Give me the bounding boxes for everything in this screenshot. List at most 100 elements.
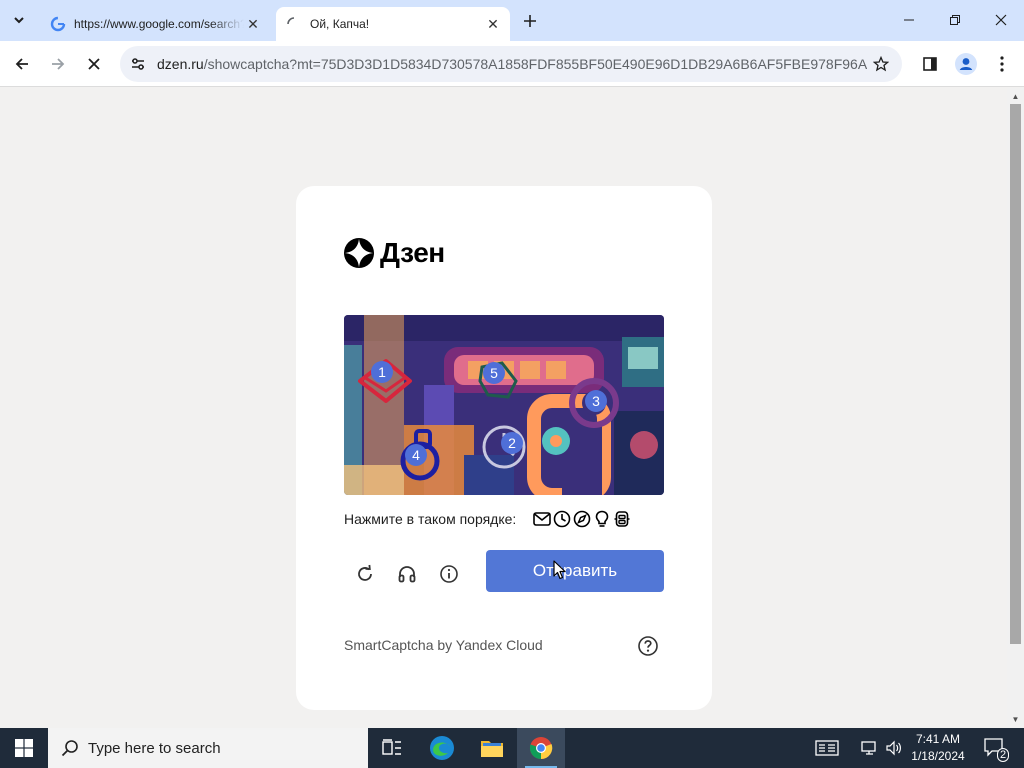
task-view-button[interactable]: [368, 728, 416, 768]
address-bar[interactable]: dzen.ru/showcaptcha?mt=75D3D3D1D5834D730…: [120, 46, 902, 82]
tab-captcha[interactable]: Ой, Капча! ✕: [276, 7, 510, 41]
star-icon: [873, 56, 889, 72]
compass-icon: [572, 510, 591, 529]
close-icon: [88, 58, 100, 70]
edge-icon: [430, 736, 454, 760]
refresh-icon: [358, 564, 372, 581]
tab-title: https://www.google.com/search?q=: [74, 17, 244, 31]
page-scrollbar[interactable]: ▲ ▼: [1007, 88, 1024, 728]
arrow-left-icon: [15, 58, 28, 70]
dzen-logo: Дзен: [344, 237, 445, 269]
side-panel-icon: [923, 57, 937, 71]
url-text[interactable]: dzen.ru/showcaptcha?mt=75D3D3D1D5834D730…: [157, 56, 867, 72]
folder-icon: [481, 741, 503, 757]
scroll-down-arrow[interactable]: ▼: [1007, 712, 1024, 726]
order-icons: [532, 510, 631, 529]
file-explorer-button[interactable]: [468, 728, 516, 768]
captcha-marker-5[interactable]: 5: [483, 362, 505, 384]
search-icon: [61, 740, 78, 757]
loading-spinner-icon: [287, 17, 295, 25]
close-tab-icon[interactable]: ✕: [244, 15, 262, 33]
scroll-up-arrow[interactable]: ▲: [1007, 89, 1024, 103]
close-window-button[interactable]: [978, 0, 1024, 40]
news-widget-button[interactable]: [810, 728, 844, 768]
tab-google-search[interactable]: https://www.google.com/search?q= ✕: [40, 7, 270, 41]
captcha-provider-text: SmartCaptcha by Yandex Cloud: [344, 637, 543, 653]
network-icon-button[interactable]: [858, 728, 882, 768]
help-icon[interactable]: [637, 635, 659, 657]
url-path: /showcaptcha?mt=75D3D3D1D5834D730578A185…: [203, 56, 867, 72]
chrome-icon: [529, 737, 553, 760]
close-tab-icon[interactable]: ✕: [484, 15, 502, 33]
robot-icon: [612, 510, 631, 529]
audio-captcha-button[interactable]: [393, 560, 421, 588]
lightbulb-icon: [592, 510, 611, 529]
network-icon: [861, 741, 876, 755]
more-vert-icon: [1000, 56, 1004, 72]
click-order-instruction: Нажмите в таком порядке:: [344, 508, 664, 530]
dzen-logo-icon: [344, 238, 374, 268]
menu-button[interactable]: [988, 50, 1016, 78]
info-button[interactable]: [435, 560, 463, 588]
news-icon: [815, 740, 839, 756]
captcha-marker-number: 4: [412, 447, 420, 463]
page-viewport: Дзен 1 5 3 2 4 Нажмите в таком порядке: …: [0, 88, 1007, 728]
chrome-app-button[interactable]: [517, 728, 565, 768]
captcha-marker-4[interactable]: 4: [405, 444, 427, 466]
start-button[interactable]: [0, 728, 48, 768]
forward-button[interactable]: [44, 50, 72, 78]
profile-button[interactable]: [952, 50, 980, 78]
chevron-down-icon: [14, 17, 24, 24]
tab-title: Ой, Капча!: [310, 17, 370, 31]
captcha-card: Дзен 1 5 3 2 4 Нажмите в таком порядке: …: [296, 186, 712, 710]
arrow-right-icon: [52, 58, 65, 70]
captcha-marker-1[interactable]: 1: [371, 361, 393, 383]
tune-icon: [132, 58, 144, 70]
edge-app-button[interactable]: [418, 728, 466, 768]
back-button[interactable]: [8, 50, 36, 78]
info-icon: [440, 565, 458, 583]
clock-icon: [552, 510, 571, 529]
captcha-marker-number: 2: [508, 435, 516, 451]
captcha-marker-3[interactable]: 3: [585, 390, 607, 412]
scrollbar-thumb[interactable]: [1010, 104, 1021, 644]
close-icon: [995, 14, 1007, 26]
envelope-icon: [532, 510, 551, 529]
side-panel-button[interactable]: [916, 50, 944, 78]
browser-toolbar: dzen.ru/showcaptcha?mt=75D3D3D1D5834D730…: [0, 41, 1024, 87]
clock-time: 7:41 AM: [915, 732, 961, 746]
taskbar-search-box[interactable]: Type here to search: [48, 728, 368, 768]
captcha-marker-2[interactable]: 2: [501, 432, 523, 454]
captcha-marker-number: 1: [378, 364, 386, 380]
captcha-marker-number: 3: [592, 393, 600, 409]
url-host: dzen.ru: [157, 56, 204, 72]
mouse-cursor-icon: [553, 560, 566, 580]
volume-icon: [886, 740, 901, 756]
restore-button[interactable]: [932, 0, 978, 40]
captcha-image[interactable]: 1 5 3 2 4: [344, 315, 664, 495]
refresh-captcha-button[interactable]: [351, 560, 379, 588]
new-tab-button[interactable]: [518, 9, 542, 33]
taskbar-clock[interactable]: 7:41 AM 1/18/2024: [908, 731, 968, 765]
submit-button[interactable]: Отправить: [486, 550, 664, 592]
browser-tab-strip: https://www.google.com/search?q= ✕ Ой, К…: [0, 0, 1024, 41]
bookmark-button[interactable]: [870, 53, 892, 75]
plus-icon: [524, 15, 536, 27]
headphones-icon: [398, 566, 416, 583]
minimize-button[interactable]: [886, 0, 932, 40]
order-label: Нажмите в таком порядке:: [344, 511, 517, 527]
clock-date: 1/18/2024: [911, 749, 965, 763]
tab-search-button[interactable]: [8, 9, 30, 31]
avatar-icon: [955, 53, 977, 75]
minimize-icon: [904, 19, 914, 21]
windows-logo-icon: [15, 739, 33, 757]
notification-center-button[interactable]: 2: [980, 728, 1010, 768]
volume-icon-button[interactable]: [882, 728, 906, 768]
taskbar-search-placeholder: Type here to search: [88, 739, 221, 757]
site-info-button[interactable]: [126, 52, 150, 76]
dzen-logo-text: Дзен: [380, 237, 445, 268]
captcha-marker-number: 5: [490, 365, 498, 381]
restore-icon: [950, 15, 960, 25]
notification-badge: 2: [997, 748, 1010, 762]
stop-loading-button[interactable]: [80, 50, 108, 78]
